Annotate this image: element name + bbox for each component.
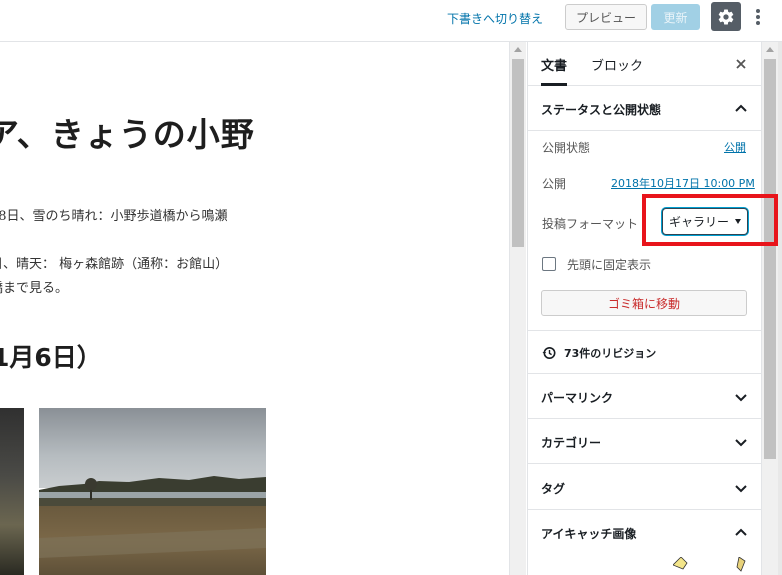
editor-header: 下書きへ切り替え プレビュー 更新 [0,0,782,42]
scroll-up-arrow-icon[interactable] [514,47,522,52]
paragraph-block[interactable]: 日、晴天： 梅ヶ森館跡（通称：お館山） [0,253,228,277]
chevron-down-icon [735,485,747,493]
status-panel-title: ステータスと公開状態 [541,102,662,117]
update-button[interactable]: 更新 [651,4,700,30]
scrollbar-thumb[interactable] [764,59,776,459]
visibility-label: 公開状態 [542,141,591,155]
paragraph-block[interactable]: 橋まで見る。 [0,277,68,301]
editor-scrollbar[interactable] [509,42,526,575]
tab-document[interactable]: 文書 [541,42,568,86]
scroll-up-arrow-icon[interactable] [766,47,774,52]
history-icon [542,347,556,359]
featured-image-panel-title: アイキャッチ画像 [541,526,637,541]
post-title[interactable]: ア、きょうの小野 [0,108,255,156]
close-sidebar-button[interactable] [731,54,751,74]
wp-block-editor: 下書きへ切り替え プレビュー 更新 ア、きょうの小野 28日、雪のち晴れ：小野歩… [0,0,782,575]
landscape-photo [39,408,266,575]
chevron-down-icon [735,439,747,447]
publish-date-toggle[interactable]: 2018年10月17日 10:00 PM [611,175,755,191]
categories-panel-header[interactable]: カテゴリー [528,420,761,464]
sidebar-scrollbar[interactable] [761,42,778,575]
sidebar-tabs: 文書 ブロック [528,42,761,86]
tab-block[interactable]: ブロック [591,42,643,86]
preview-button[interactable]: プレビュー [565,4,647,30]
settings-sidebar: 文書 ブロック ステータスと公開状態 公開状態 公開 公開 2018年10月17… [527,42,761,575]
tags-panel-title: タグ [541,481,566,496]
chevron-up-icon [735,528,747,536]
tags-panel-header[interactable]: タグ [528,466,761,510]
heading-block[interactable]: 1月6日） [0,338,102,374]
switch-to-draft-link[interactable]: 下書きへ切り替え [447,10,543,27]
categories-panel-title: カテゴリー [541,435,602,450]
featured-image-thumbnail[interactable] [673,557,753,575]
highlight-box [642,194,778,246]
chevron-down-icon [735,394,747,402]
gallery-image[interactable] [0,408,24,575]
scrollbar-thumb[interactable] [512,59,524,247]
close-icon [736,59,746,69]
featured-image-panel-header[interactable]: アイキャッチ画像 [528,511,761,555]
more-vertical-icon [756,9,760,25]
post-format-label: 投稿フォーマット [542,217,639,231]
more-menu-button[interactable] [748,3,768,31]
permalink-panel-header[interactable]: パーマリンク [528,375,761,419]
visibility-toggle[interactable]: 公開 [724,139,746,155]
revisions-link[interactable]: 73件のリビジョン [528,330,761,374]
paragraph-block[interactable]: 28日、雪のち晴れ：小野歩道橋から鳴瀬 [0,205,228,229]
sticky-label[interactable]: 先頭に固定表示 [567,256,651,273]
settings-button[interactable] [711,2,741,31]
gear-icon [718,9,734,25]
editor-canvas: ア、きょうの小野 28日、雪のち晴れ：小野歩道橋から鳴瀬 日、晴天： 梅ヶ森館跡… [0,42,509,575]
gallery-image[interactable] [39,408,266,575]
revisions-label: 73件のリビジョン [564,347,657,360]
publish-label: 公開 [542,177,567,191]
chevron-up-icon [735,104,747,112]
sticky-checkbox[interactable] [542,257,556,271]
permalink-panel-title: パーマリンク [541,390,614,405]
status-panel-header[interactable]: ステータスと公開状態 [528,87,761,131]
window-edge [778,42,782,575]
move-to-trash-button[interactable]: ゴミ箱に移動 [541,290,747,316]
